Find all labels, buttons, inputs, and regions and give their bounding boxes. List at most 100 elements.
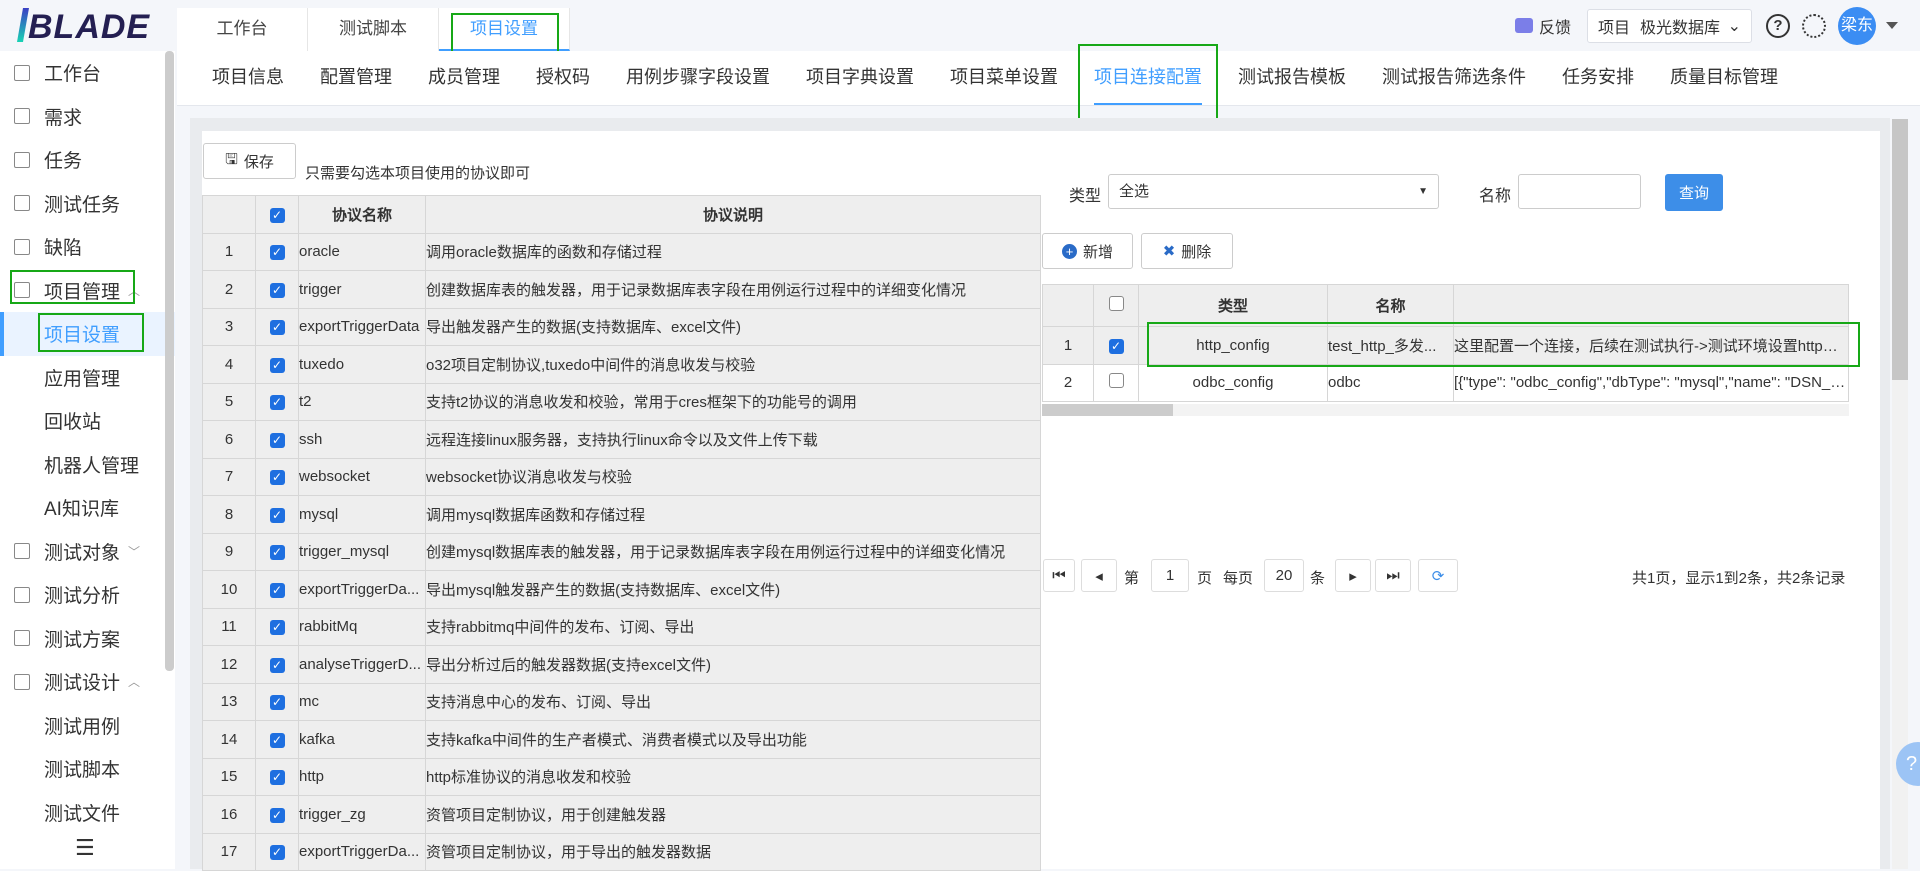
subnav-tab[interactable]: 用例步骤字段设置 — [626, 51, 770, 105]
project-select[interactable]: 项目 极光数据库 ⌄ — [1587, 8, 1752, 43]
save-button[interactable]: 🖫 保存 — [203, 143, 296, 179]
subnav-tab[interactable]: 测试报告模板 — [1238, 51, 1346, 105]
sidebar-item[interactable]: 任务 — [0, 138, 175, 182]
conn-name: odbc — [1327, 363, 1454, 402]
row-checkbox[interactable]: ✓ — [269, 620, 285, 636]
row-checkbox[interactable]: ✓ — [269, 807, 285, 823]
subnav-tab[interactable]: 授权码 — [536, 51, 590, 105]
query-button[interactable]: 查询 — [1665, 174, 1723, 211]
row-checkbox[interactable]: ✓ — [269, 320, 285, 336]
subnav-tab[interactable]: 测试报告筛选条件 — [1382, 51, 1526, 105]
select-all-checkbox[interactable]: ✓ — [269, 207, 285, 223]
sidebar-item-label: 测试任务 — [44, 194, 121, 216]
subnav-tab[interactable]: 质量目标管理 — [1670, 51, 1778, 105]
table-row: 5 ✓ t2 支持t2协议的消息收发和校验，常用于cres框架下的功能号的调用 — [202, 382, 1041, 421]
sync-icon[interactable] — [1802, 13, 1826, 38]
row-checkbox[interactable]: ✓ — [269, 282, 285, 298]
row-checkbox[interactable]: ✓ — [269, 395, 285, 411]
table-row: 17 ✓ exportTriggerDa... 资管项目定制协议，用于导出的触发器数据 — [202, 832, 1041, 871]
sidebar-item[interactable]: AI知识库 — [0, 486, 175, 530]
sidebar-item-label: 应用管理 — [44, 368, 121, 390]
subnav-tab[interactable]: 项目字典设置 — [806, 51, 914, 105]
subnav-tab[interactable]: 项目菜单设置 — [950, 51, 1058, 105]
sidebar-item[interactable]: 工作台 — [0, 51, 175, 95]
sidebar-item-label: 测试分析 — [44, 586, 121, 608]
sidebar-item[interactable]: 测试分析 — [0, 573, 175, 617]
row-checkbox[interactable]: ✓ — [269, 845, 285, 861]
tab-test-script[interactable]: 测试脚本 — [308, 8, 439, 51]
sidebar-item[interactable]: 测试脚本 — [0, 747, 175, 791]
row-checkbox[interactable]: ✓ — [269, 545, 285, 561]
feedback-button[interactable]: 反馈 — [1514, 14, 1571, 38]
page-input[interactable]: 1 — [1151, 559, 1189, 592]
protocol-desc: 导出分析过后的触发器数据(支持excel文件) — [425, 645, 1041, 684]
tab-project-settings[interactable]: 项目设置 — [439, 8, 570, 51]
save-icon: 🖫 — [225, 150, 238, 168]
row-checkbox[interactable]: ✓ — [269, 657, 285, 673]
help-icon[interactable]: ? — [1766, 13, 1790, 38]
subnav-tab[interactable]: 项目信息 — [212, 51, 284, 105]
menu-icon — [14, 151, 30, 168]
avatar[interactable]: 梁东 — [1838, 6, 1876, 45]
collapse-sidebar-icon[interactable]: ☰ — [75, 835, 95, 861]
sidebar-item-label: 测试用例 — [44, 716, 121, 738]
delete-button[interactable]: ✖ 删除 — [1141, 233, 1233, 269]
sidebar-item[interactable]: 测试文件 — [0, 791, 175, 835]
row-checkbox[interactable]: ✓ — [269, 732, 285, 748]
last-page-button[interactable]: ⏭ — [1375, 559, 1411, 592]
sidebar-item[interactable]: 机器人管理 — [0, 443, 175, 487]
sidebar-item[interactable]: 项目设置 — [0, 312, 175, 356]
sidebar-item[interactable]: 缺陷 — [0, 225, 175, 269]
sidebar-item-label: 工作台 — [44, 64, 102, 86]
subnav-tab[interactable]: 任务安排 — [1562, 51, 1634, 105]
sidebar-item[interactable]: 需求 — [0, 95, 175, 139]
row-checkbox[interactable]: ✓ — [269, 770, 285, 786]
sidebar-item[interactable]: 测试任务 — [0, 182, 175, 226]
row-checkbox[interactable]: ✓ — [1108, 338, 1124, 354]
sidebar-item-label: AI知识库 — [44, 499, 119, 521]
row-checkbox[interactable]: ✓ — [269, 432, 285, 448]
row-checkbox[interactable]: ✓ — [269, 582, 285, 598]
add-button[interactable]: + 新增 — [1042, 233, 1133, 269]
page-size-input[interactable]: 20 — [1264, 559, 1304, 592]
prev-page-button[interactable]: ◂ — [1081, 559, 1117, 592]
row-checkbox[interactable] — [1108, 373, 1124, 389]
sidebar-item[interactable]: 回收站 — [0, 399, 175, 443]
row-checkbox[interactable]: ✓ — [269, 357, 285, 373]
row-checkbox[interactable]: ✓ — [269, 470, 285, 486]
subnav-tab[interactable]: 项目连接配置 — [1094, 51, 1202, 105]
chevron-up-icon: ︿ — [128, 675, 141, 690]
tab-workbench[interactable]: 工作台 — [177, 8, 308, 51]
first-page-button[interactable]: ⏮ — [1043, 559, 1075, 592]
table-row[interactable]: 2 odbc_config odbc [{"type": "odbc_config",… — [1042, 363, 1849, 402]
next-page-button[interactable]: ▸ — [1335, 559, 1371, 592]
protocol-desc: 创建数据库表的触发器，用于记录数据库表字段在用例运行过程中的详细变化情况 — [425, 270, 1041, 309]
name-input[interactable] — [1518, 174, 1641, 209]
table-row: 2 ✓ trigger 创建数据库表的触发器，用于记录数据库表字段在用例运行过程中的详… — [202, 270, 1041, 309]
table-row: 12 ✓ analyseTriggerD... 导出分析过后的触发器数据(支持exce… — [202, 645, 1041, 684]
user-menu-caret-icon[interactable] — [1886, 22, 1898, 29]
horizontal-scrollbar[interactable] — [1042, 404, 1849, 416]
sidebar-item[interactable]: 测试对象 ﹀ — [0, 530, 175, 574]
sidebar-item[interactable]: 测试设计 ︿ — [0, 660, 175, 704]
protocol-name: kafka — [298, 720, 426, 759]
row-checkbox[interactable]: ✓ — [269, 695, 285, 711]
sidebar-item[interactable]: 测试方案 — [0, 617, 175, 661]
row-checkbox[interactable]: ✓ — [269, 245, 285, 261]
table-row: 1 ✓ oracle 调用oracle数据库的函数和存储过程 — [202, 232, 1041, 271]
subnav-tab[interactable]: 成员管理 — [428, 51, 500, 105]
table-row[interactable]: 1 ✓ http_config test_http_多发... 这里配置一个连接，后续在… — [1042, 326, 1849, 365]
refresh-icon[interactable]: ⟳ — [1418, 559, 1458, 592]
sidebar-item[interactable]: 应用管理 — [0, 356, 175, 400]
row-checkbox[interactable]: ✓ — [269, 507, 285, 523]
subnav-tab[interactable]: 配置管理 — [320, 51, 392, 105]
select-all-checkbox[interactable] — [1108, 296, 1124, 311]
protocol-desc: 导出触发器产生的数据(支持数据库、excel文件) — [425, 307, 1041, 346]
sidebar-item[interactable]: 测试用例 — [0, 704, 175, 748]
protocol-name: exportTriggerDa... — [298, 570, 426, 609]
protocol-desc: 支持消息中心的发布、订阅、导出 — [425, 682, 1041, 721]
sidebar-scrollbar[interactable] — [165, 51, 174, 671]
sidebar-item[interactable]: 项目管理 ︿ — [0, 269, 175, 313]
menu-icon — [14, 673, 30, 690]
type-select[interactable]: 全选 ▼ — [1108, 174, 1439, 209]
